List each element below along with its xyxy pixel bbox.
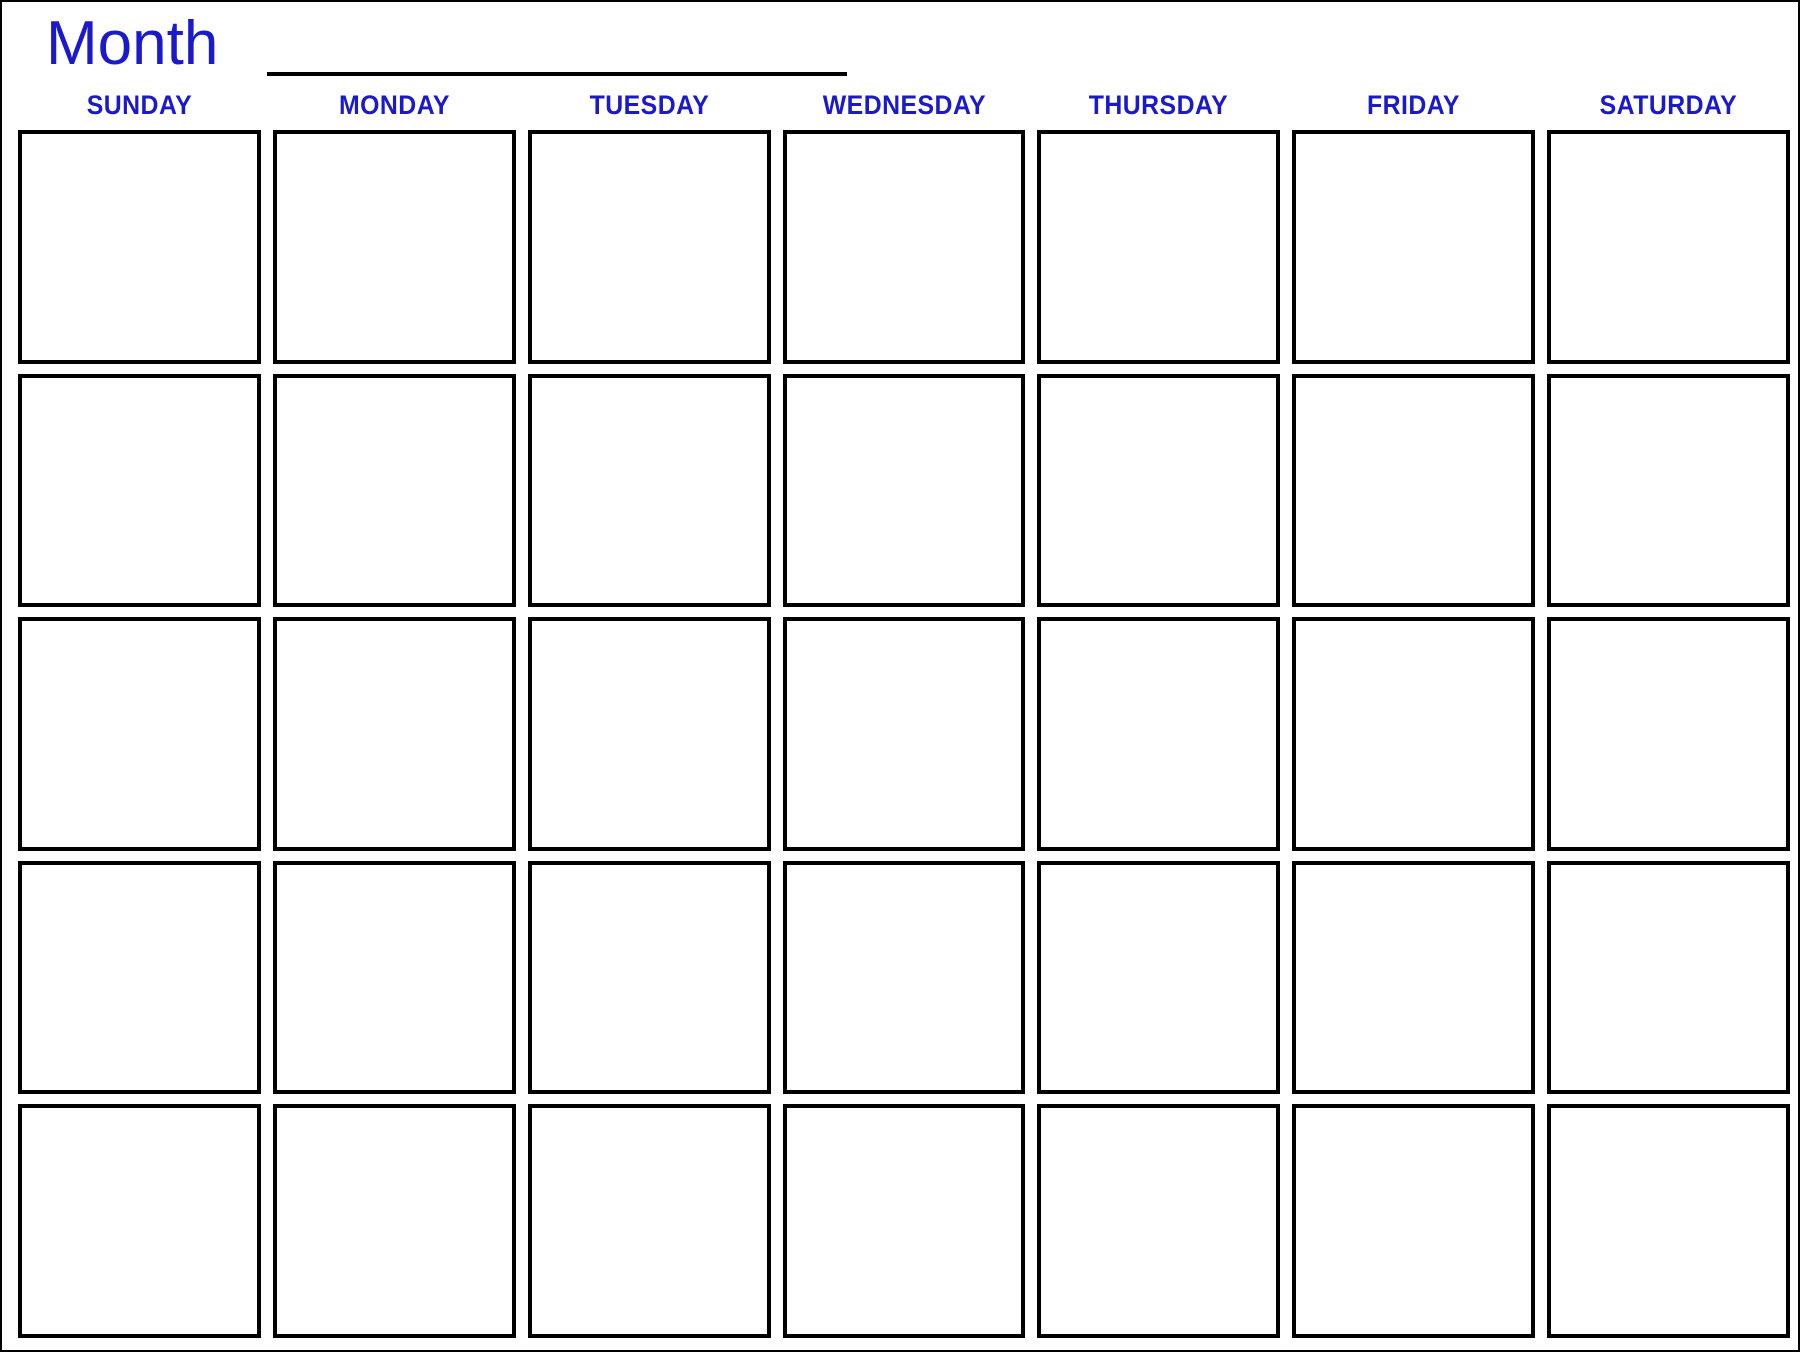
day-cell[interactable] bbox=[527, 1104, 771, 1338]
day-cell[interactable] bbox=[782, 130, 1026, 364]
weekday-header-sunday: SUNDAY bbox=[86, 90, 193, 120]
calendar-grid bbox=[18, 130, 1790, 1338]
day-cell[interactable] bbox=[527, 130, 771, 364]
day-cell[interactable] bbox=[782, 1104, 1026, 1338]
month-name-fill-in-line[interactable] bbox=[267, 72, 847, 76]
day-cell[interactable] bbox=[1292, 860, 1536, 1095]
weekday-header-row: SUNDAY MONDAY TUESDAY WEDNESDAY THURSDAY… bbox=[18, 88, 1790, 128]
weekday-header-monday: MONDAY bbox=[338, 90, 450, 120]
weekday-header-friday: FRIDAY bbox=[1367, 90, 1461, 120]
day-cell[interactable] bbox=[782, 617, 1026, 851]
day-cell[interactable] bbox=[18, 617, 261, 851]
day-cell[interactable] bbox=[1547, 373, 1790, 608]
day-cell[interactable] bbox=[1292, 617, 1536, 851]
weekday-header-wednesday: WEDNESDAY bbox=[822, 90, 986, 120]
day-cell[interactable] bbox=[272, 373, 516, 608]
day-cell[interactable] bbox=[1037, 1104, 1281, 1338]
day-cell[interactable] bbox=[527, 617, 771, 851]
day-cell[interactable] bbox=[1547, 130, 1790, 364]
calendar-page: Month SUNDAY MONDAY TUESDAY WEDNESDAY TH… bbox=[0, 0, 1800, 1352]
day-cell[interactable] bbox=[18, 1104, 261, 1338]
day-cell[interactable] bbox=[18, 373, 261, 608]
day-cell[interactable] bbox=[18, 860, 261, 1095]
day-cell[interactable] bbox=[1292, 1104, 1536, 1338]
day-cell[interactable] bbox=[1037, 617, 1281, 851]
day-cell[interactable] bbox=[527, 860, 771, 1095]
day-cell[interactable] bbox=[272, 860, 516, 1095]
day-cell[interactable] bbox=[1037, 373, 1281, 608]
calendar-title-row: Month bbox=[2, 2, 1798, 88]
month-title-label: Month bbox=[46, 9, 219, 78]
day-cell[interactable] bbox=[1292, 130, 1536, 364]
weekday-header-tuesday: TUESDAY bbox=[589, 90, 709, 120]
day-cell[interactable] bbox=[1547, 1104, 1790, 1338]
day-cell[interactable] bbox=[18, 130, 261, 364]
day-cell[interactable] bbox=[1547, 617, 1790, 851]
day-cell[interactable] bbox=[272, 130, 516, 364]
day-cell[interactable] bbox=[1292, 373, 1536, 608]
day-cell[interactable] bbox=[527, 373, 771, 608]
day-cell[interactable] bbox=[1037, 860, 1281, 1095]
day-cell[interactable] bbox=[1547, 860, 1790, 1095]
day-cell[interactable] bbox=[272, 1104, 516, 1338]
day-cell[interactable] bbox=[782, 373, 1026, 608]
day-cell[interactable] bbox=[1037, 130, 1281, 364]
day-cell[interactable] bbox=[272, 617, 516, 851]
weekday-header-thursday: THURSDAY bbox=[1089, 90, 1229, 120]
day-cell[interactable] bbox=[782, 860, 1026, 1095]
weekday-header-saturday: SATURDAY bbox=[1599, 90, 1738, 120]
